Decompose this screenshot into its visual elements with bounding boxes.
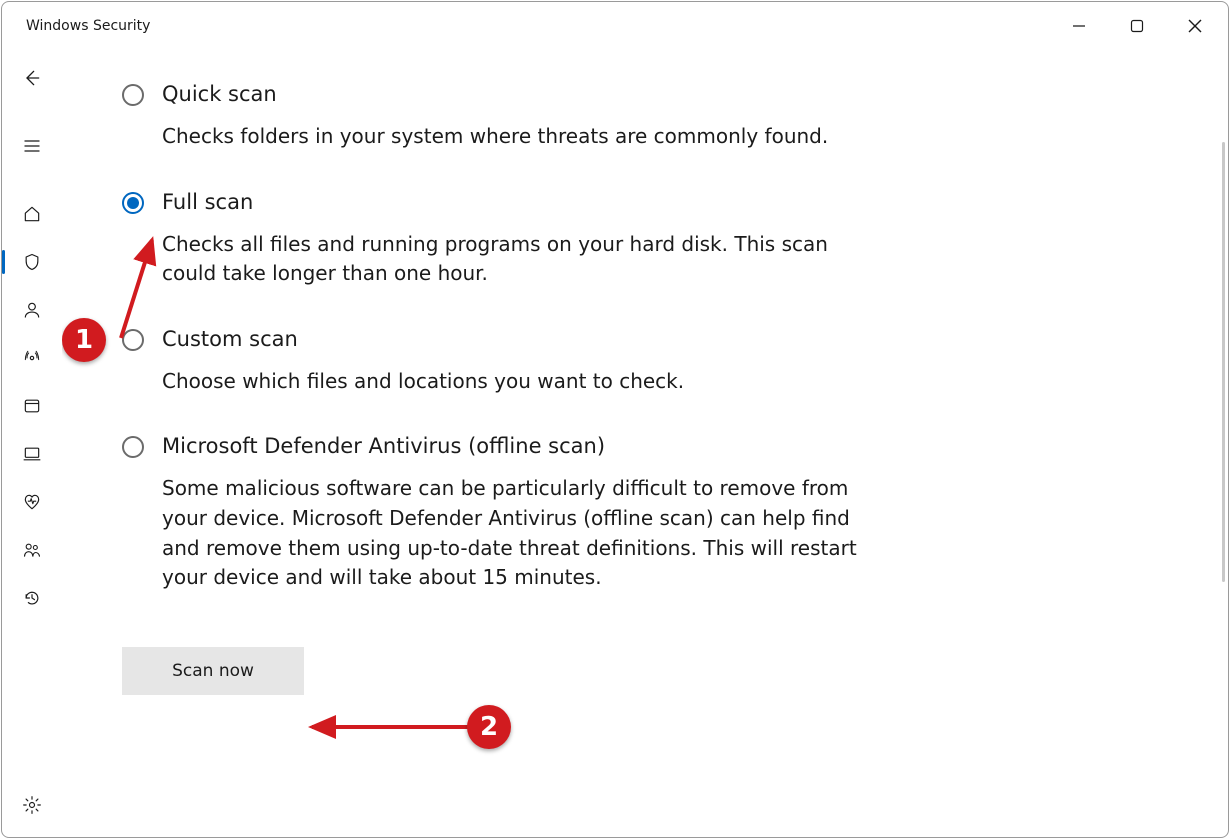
window-title: Windows Security: [26, 18, 150, 34]
radio-custom-scan[interactable]: [122, 329, 144, 351]
radio-full-scan[interactable]: [122, 192, 144, 214]
nav-family-options[interactable]: [2, 526, 62, 574]
maximize-icon: [1130, 19, 1144, 33]
close-button[interactable]: [1172, 10, 1218, 42]
radio-quick-scan[interactable]: [122, 84, 144, 106]
nav-settings[interactable]: [2, 781, 62, 829]
option-description: Checks all files and running programs on…: [162, 230, 882, 289]
hamburger-button[interactable]: [2, 122, 62, 170]
scrollbar[interactable]: [1222, 142, 1225, 582]
option-quick-scan[interactable]: Quick scan Checks folders in your system…: [122, 58, 1188, 166]
back-button[interactable]: [2, 54, 62, 102]
option-full-scan[interactable]: Full scan Checks all files and running p…: [122, 166, 1188, 303]
option-description: Some malicious software can be particula…: [162, 474, 882, 592]
shield-icon: [22, 252, 42, 272]
scan-now-button[interactable]: Scan now: [122, 647, 304, 695]
nav-spacer: [2, 170, 62, 190]
app-browser-icon: [22, 396, 42, 416]
option-title: Microsoft Defender Antivirus (offline sc…: [162, 434, 882, 458]
nav-device-performance[interactable]: [2, 478, 62, 526]
family-icon: [22, 540, 42, 560]
nav-rail: [2, 50, 62, 837]
option-custom-scan[interactable]: Custom scan Choose which files and locat…: [122, 303, 1188, 411]
radio-offline-scan[interactable]: [122, 436, 144, 458]
nav-virus-protection[interactable]: [2, 238, 62, 286]
scan-options-panel: Quick scan Checks folders in your system…: [62, 50, 1228, 837]
back-icon: [22, 68, 42, 88]
annotation-step-2: 2: [467, 705, 511, 749]
nav-spacer: [2, 102, 62, 122]
settings-icon: [22, 795, 42, 815]
history-icon: [22, 588, 42, 608]
nav-account-protection[interactable]: [2, 286, 62, 334]
nav-firewall[interactable]: [2, 334, 62, 382]
option-offline-scan[interactable]: Microsoft Defender Antivirus (offline sc…: [122, 410, 1188, 606]
nav-protection-history[interactable]: [2, 574, 62, 622]
health-icon: [22, 492, 42, 512]
maximize-button[interactable]: [1114, 10, 1160, 42]
option-description: Checks folders in your system where thre…: [162, 122, 828, 152]
nav-home[interactable]: [2, 190, 62, 238]
titlebar: Windows Security: [2, 2, 1228, 50]
minimize-button[interactable]: [1056, 10, 1102, 42]
device-icon: [22, 444, 42, 464]
window-controls: [1056, 10, 1218, 42]
hamburger-icon: [22, 136, 42, 156]
option-description: Choose which files and locations you wan…: [162, 367, 684, 397]
option-title: Full scan: [162, 190, 882, 214]
option-title: Custom scan: [162, 327, 684, 351]
person-icon: [22, 300, 42, 320]
option-title: Quick scan: [162, 82, 828, 106]
nav-device-security[interactable]: [2, 430, 62, 478]
window-frame: Windows Security: [1, 1, 1229, 838]
annotation-step-1: 1: [62, 318, 106, 362]
minimize-icon: [1072, 19, 1086, 33]
firewall-icon: [22, 348, 42, 368]
home-icon: [22, 204, 42, 224]
close-icon: [1188, 19, 1202, 33]
nav-app-browser[interactable]: [2, 382, 62, 430]
